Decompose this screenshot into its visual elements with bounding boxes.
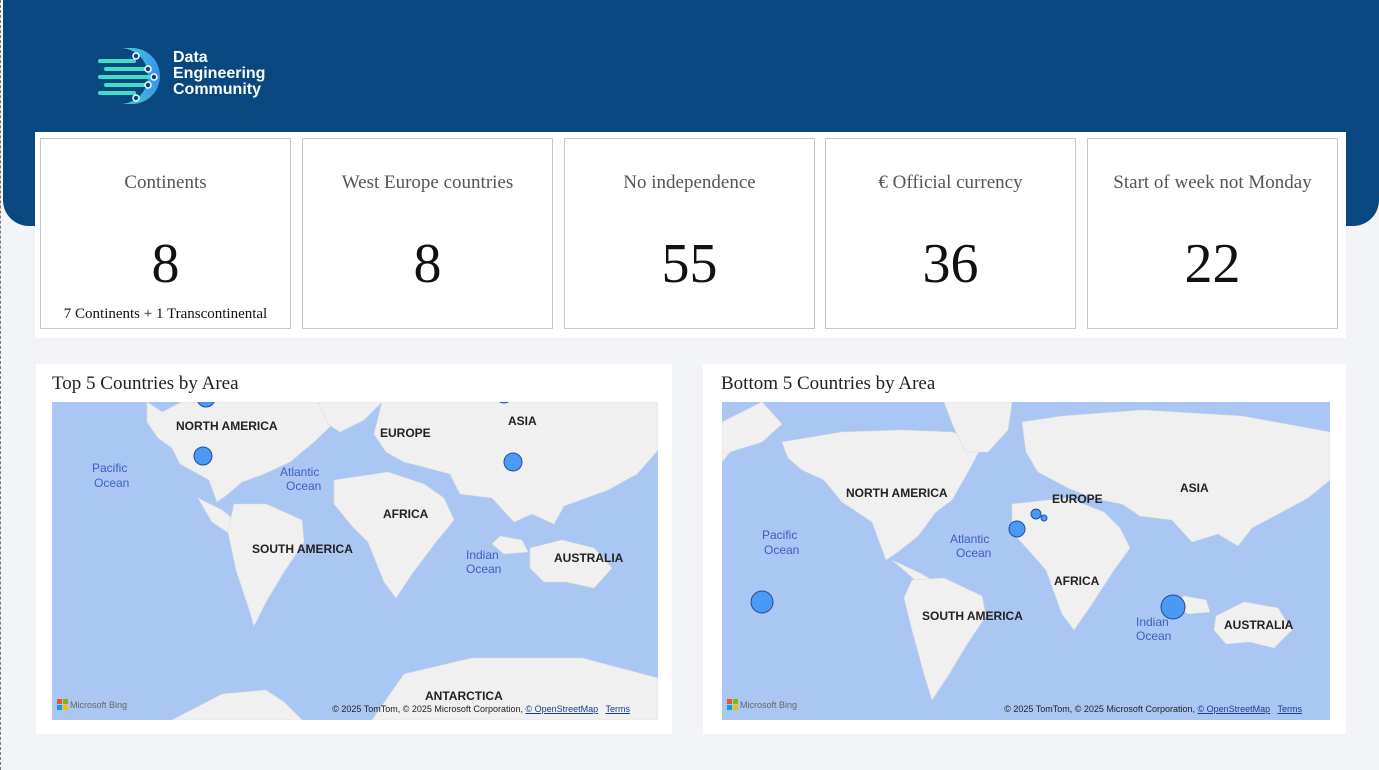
bing-logo: Microsoft Bing xyxy=(727,699,797,710)
bubble-gibraltar[interactable] xyxy=(1008,520,1026,538)
label-africa: AFRICA xyxy=(383,507,429,521)
bubble-indian-ocean-territory[interactable] xyxy=(1160,594,1186,620)
kpi-card-continents[interactable]: Continents 8 7 Continents + 1 Transconti… xyxy=(40,138,291,329)
kpi-title: No independence xyxy=(623,172,756,193)
label-australia: AUSTRALIA xyxy=(554,551,624,565)
map-attribution: © 2025 TomTom, © 2025 Microsoft Corporat… xyxy=(332,704,630,714)
label-asia: ASIA xyxy=(508,414,537,428)
label-europe: EUROPE xyxy=(380,426,431,440)
bing-label: Microsoft Bing xyxy=(70,699,128,710)
bing-logo: Microsoft Bing xyxy=(57,699,127,710)
label-indian-2: Ocean xyxy=(466,562,501,576)
kpi-card-west-europe[interactable]: West Europe countries 8 xyxy=(302,138,553,329)
label-africa: AFRICA xyxy=(1054,574,1100,588)
kpi-title: € Official currency xyxy=(878,172,1023,193)
label-north-america: NORTH AMERICA xyxy=(176,419,278,433)
land-masses xyxy=(722,402,1330,701)
map-panel-top-5: Top 5 Countries by Area NORTH AMERICA EU… xyxy=(36,364,672,734)
map-top-5[interactable]: NORTH AMERICA EUROPE ASIA AFRICA SOUTH A… xyxy=(52,402,658,720)
bubble-china[interactable] xyxy=(503,452,523,472)
kpi-card-no-independence[interactable]: No independence 55 xyxy=(564,138,815,329)
kpi-value: 55 xyxy=(661,233,718,295)
label-pacific-2: Ocean xyxy=(764,543,799,557)
world-map: NORTH AMERICA EUROPE ASIA AFRICA SOUTH A… xyxy=(92,402,658,720)
terms-link[interactable]: Terms xyxy=(1278,704,1303,714)
brand-name: Data Engineering Community xyxy=(173,50,265,98)
map-bottom-5[interactable]: NORTH AMERICA EUROPE ASIA AFRICA SOUTH A… xyxy=(722,402,1330,720)
bubble-united-states[interactable] xyxy=(193,446,213,466)
label-atlantic-1: Atlantic xyxy=(950,532,989,546)
attribution-text: © 2025 TomTom, © 2025 Microsoft Corporat… xyxy=(332,704,523,714)
kpi-title: West Europe countries xyxy=(341,172,514,193)
label-antarctica: ANTARCTICA xyxy=(425,689,503,703)
bubble-vatican[interactable] xyxy=(1040,514,1048,522)
map-panel-bottom-5: Bottom 5 Countries by Area NORTH AMERICA… xyxy=(703,364,1346,734)
kpi-subtitle: 7 Continents + 1 Transcontinental xyxy=(63,306,268,322)
kpi-value: 8 xyxy=(413,233,442,295)
microsoft-logo-icon xyxy=(57,699,68,710)
label-indian-1: Indian xyxy=(466,548,499,562)
label-pacific-2: Ocean xyxy=(94,476,129,490)
label-indian-2: Ocean xyxy=(1136,629,1171,643)
label-atlantic-2: Ocean xyxy=(956,546,991,560)
kpi-value: 36 xyxy=(922,233,979,295)
label-australia: AUSTRALIA xyxy=(1224,618,1294,632)
kpi-strip: Continents 8 7 Continents + 1 Transconti… xyxy=(35,132,1346,338)
brand-line-3: Community xyxy=(173,81,261,98)
label-atlantic-1: Atlantic xyxy=(280,465,319,479)
bubble-pacific-island[interactable] xyxy=(750,590,774,614)
brand-line-2: Engineering xyxy=(173,65,266,82)
logo-icon xyxy=(98,48,160,104)
label-south-america: SOUTH AMERICA xyxy=(252,542,353,556)
kpi-value: 8 xyxy=(151,233,180,295)
openstreetmap-link[interactable]: © OpenStreetMap xyxy=(1197,704,1270,714)
world-map: NORTH AMERICA EUROPE ASIA AFRICA SOUTH A… xyxy=(722,402,1330,701)
brand-logo: Data Engineering Community xyxy=(98,46,278,106)
kpi-title: Start of week not Monday xyxy=(1113,172,1312,193)
bing-label: Microsoft Bing xyxy=(740,699,798,710)
label-south-america: SOUTH AMERICA xyxy=(922,609,1023,623)
map-title: Bottom 5 Countries by Area xyxy=(721,373,936,394)
label-pacific-1: Pacific xyxy=(762,528,797,542)
brand-line-1: Data xyxy=(173,49,208,66)
label-north-america: NORTH AMERICA xyxy=(846,486,948,500)
label-indian-1: Indian xyxy=(1136,615,1169,629)
map-title: Top 5 Countries by Area xyxy=(52,373,239,394)
label-pacific-1: Pacific xyxy=(92,461,127,475)
page-left-border xyxy=(0,0,2,770)
terms-link[interactable]: Terms xyxy=(606,704,631,714)
label-asia: ASIA xyxy=(1180,481,1209,495)
openstreetmap-link[interactable]: © OpenStreetMap xyxy=(525,704,598,714)
kpi-title: Continents xyxy=(124,172,207,193)
microsoft-logo-icon xyxy=(727,699,738,710)
map-attribution: © 2025 TomTom, © 2025 Microsoft Corporat… xyxy=(1004,704,1302,714)
bubble-monaco[interactable] xyxy=(1030,508,1042,520)
attribution-text: © 2025 TomTom, © 2025 Microsoft Corporat… xyxy=(1004,704,1195,714)
kpi-value: 22 xyxy=(1184,233,1241,295)
kpi-card-start-of-week[interactable]: Start of week not Monday 22 xyxy=(1087,138,1338,329)
kpi-card-euro-currency[interactable]: € Official currency 36 xyxy=(825,138,1076,329)
label-atlantic-2: Ocean xyxy=(286,479,321,493)
label-europe: EUROPE xyxy=(1052,492,1103,506)
